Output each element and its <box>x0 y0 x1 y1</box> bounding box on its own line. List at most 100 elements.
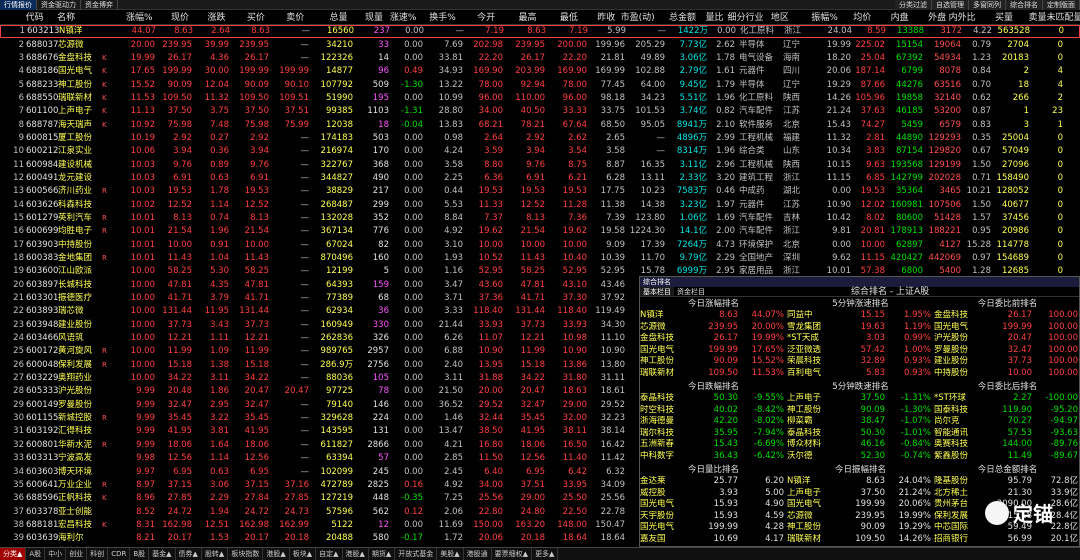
bottom-tab[interactable]: A股 <box>26 548 46 560</box>
rank-row[interactable]: 神工股份 90.09 -1.30% <box>787 405 934 417</box>
header-cell[interactable]: 代码 <box>26 11 58 25</box>
rank-row[interactable]: 罗曼股份 32.47 100.00 <box>934 345 1080 357</box>
rank-row[interactable]: 沃尔德 52.30 -0.74% <box>787 451 934 463</box>
header-cell[interactable]: 卖价 <box>265 11 304 25</box>
top-right-tab[interactable]: 多窗同列 <box>969 0 1006 10</box>
top-right-tab[interactable]: 定制版面 <box>1043 0 1080 10</box>
table-row[interactable]: 8 688787 海天瑞声 K 10.92 75.98 7.48 75.98 75.99 1203… <box>0 118 1080 131</box>
rank-row[interactable]: 奥赛科技 144.00 -89.76 <box>934 439 1080 451</box>
bottom-tab[interactable]: B股 <box>130 548 150 560</box>
header-cell[interactable]: 换手% <box>416 11 456 25</box>
bottom-tab[interactable]: 股转▲ <box>202 548 229 560</box>
rank-row[interactable]: 建业股份 37.73 100.00 <box>934 356 1080 368</box>
rank-row[interactable]: 时空科技 40.02 -8.42% <box>640 405 787 417</box>
rank-row[interactable]: 泰晶科技 50.30 -1.01% <box>787 428 934 440</box>
table-row[interactable]: 11 600984 建设机械 10.03 9.76 0.89 9.76 — 322767 368 0… <box>0 158 1080 171</box>
header-cell[interactable]: 外盘 <box>909 11 946 25</box>
header-cell[interactable]: 细分行业 <box>724 11 771 25</box>
header-cell[interactable]: 名称 <box>57 11 100 25</box>
header-cell[interactable]: 市盈(动) <box>615 11 655 25</box>
header-cell[interactable]: 未匹配量 <box>1046 11 1079 25</box>
top-right-tab[interactable]: 分类过滤 <box>895 0 932 10</box>
table-row[interactable]: 10 600212 江泉实业 10.06 3.94 0.36 3.94 — 216974 170 0… <box>0 145 1080 158</box>
rank-row[interactable]: 神工股份 90.09 15.52% <box>640 356 787 368</box>
rank-row[interactable]: 上声电子 37.50 -1.31% <box>787 393 934 405</box>
rank-row[interactable]: *ST天成 3.03 0.99% <box>787 333 934 345</box>
rank-row[interactable]: 隆基股份 95.79 72.8亿 <box>934 476 1080 488</box>
bottom-tab[interactable]: 更多▲ <box>532 548 559 560</box>
header-cell[interactable]: 现量 <box>348 11 383 25</box>
header-cell[interactable]: 涨幅% <box>108 11 153 25</box>
rank-row[interactable]: 浙海德曼 42.20 -8.02% <box>640 416 787 428</box>
rank-row[interactable]: 紫鑫股份 11.49 -89.67 <box>934 451 1080 463</box>
rank-row[interactable]: 芯源微 239.95 19.99% <box>787 511 934 523</box>
bottom-tab[interactable]: 创业 <box>66 548 88 560</box>
rank-row[interactable]: 沪光股份 20.47 100.00 <box>934 333 1080 345</box>
rank-row[interactable]: 五洲新春 15.43 -6.69% <box>640 439 787 451</box>
rank-row[interactable]: 泛亚微透 57.42 1.00% <box>787 345 934 357</box>
top-right-tab[interactable]: 自选管理 <box>932 0 969 10</box>
rank-row[interactable]: 上声电子 37.50 21.24% <box>787 488 934 500</box>
header-cell[interactable]: 量比 <box>696 11 724 25</box>
bottom-tab[interactable]: 港股▲ <box>263 548 290 560</box>
bottom-tab[interactable]: 板块▲ <box>290 548 317 560</box>
rank-row[interactable]: 国光电气 199.99 4.28 <box>640 522 787 534</box>
header-cell[interactable]: 现价 <box>153 11 189 25</box>
bottom-tab[interactable]: 要票细权▲ <box>492 548 533 560</box>
table-row[interactable]: 6 688550 瑞联新材 K 11.53 109.50 11.32 109.50 109.51… <box>0 92 1080 105</box>
rank-row[interactable]: 招商银行 56.99 20.1亿 <box>934 534 1080 546</box>
rank-row[interactable]: 国光电气 199.99 20.06% <box>787 499 934 511</box>
table-row[interactable]: 13 600566 济川药业 R 10.03 19.53 1.78 19.53 — 38829 21… <box>0 185 1080 198</box>
header-cell[interactable]: 今开 <box>456 11 495 25</box>
header-cell[interactable]: 振幅% <box>800 11 838 25</box>
rank-row[interactable]: 嘉友国 10.69 4.17 <box>640 534 787 546</box>
table-row[interactable]: 16 600699 均胜电子 R 10.01 21.54 1.96 21.54 — 367134 7… <box>0 225 1080 238</box>
bottom-tab[interactable]: 板块指数 <box>228 548 264 560</box>
rank-row[interactable]: 中科数字 36.43 -6.42% <box>640 451 787 463</box>
bottom-tab[interactable]: 自定▲ <box>316 548 343 560</box>
rank-row[interactable]: 金盘科技 26.17 100.00 <box>934 310 1080 322</box>
top-tab[interactable]: 行情报价 <box>0 0 37 10</box>
rank-row[interactable]: 泰晶科技 50.30 -9.55% <box>640 393 787 405</box>
table-row[interactable]: 18 600383 金地集团 R 10.01 11.43 1.04 11.43 — 870496 1… <box>0 252 1080 265</box>
rank-row[interactable]: 博众材料 46.16 -0.84% <box>787 439 934 451</box>
rank-row[interactable]: 瑞联新材 109.50 11.53% <box>640 368 787 380</box>
rank-row[interactable]: 金达莱 25.77 6.20 <box>640 476 787 488</box>
bottom-tab[interactable]: 港股通 <box>464 548 492 560</box>
rank-row[interactable]: 威控股 3.93 5.00 <box>640 488 787 500</box>
rank-row[interactable]: 荣晨科技 32.89 0.93% <box>787 356 934 368</box>
table-row[interactable]: 17 603903 中持股份 10.01 10.00 0.91 10.00 — 67024 82 0… <box>0 239 1080 252</box>
rank-row[interactable]: 瑞尔科技 35.95 -7.94% <box>640 428 787 440</box>
tab-basic[interactable]: 基本栏目 <box>640 287 674 296</box>
table-row[interactable]: 4 688186 国光电气 K 17.65 199.99 30.00 199.99 199.99… <box>0 65 1080 78</box>
header-cell[interactable]: 均价 <box>838 11 871 25</box>
rank-row[interactable]: 瑞联新材 109.50 14.26% <box>787 534 934 546</box>
table-row[interactable]: 7 601100 上声电子 K 11.13 37.50 3.75 37.50 37.51 9938… <box>0 105 1080 118</box>
header-cell[interactable]: 总金额 <box>655 11 696 25</box>
top-tab[interactable]: 资金驱动力 <box>37 0 81 10</box>
header-cell[interactable]: 买价 <box>225 11 265 25</box>
table-row[interactable]: 14 603626 科森科技 10.02 12.52 1.14 12.52 — 268487 29… <box>0 198 1080 211</box>
tab-capital[interactable]: 资金栏目 <box>674 287 708 296</box>
table-row[interactable]: 3 688676 金盘科技 K 19.99 26.17 4.36 26.17 — 122326 14… <box>0 52 1080 65</box>
bottom-tab[interactable]: 美股▲ <box>437 548 464 560</box>
table-row[interactable]: 9 600815 厦工股份 10.19 2.92 0.27 2.92 — 174183 503 0.… <box>0 132 1080 145</box>
header-cell[interactable]: 最低 <box>537 11 578 25</box>
rank-row[interactable]: 芯源微 239.95 20.00% <box>640 322 787 334</box>
rank-row[interactable]: 柳菜霸 38.47 -1.07% <box>787 416 934 428</box>
rank-row[interactable]: 雪龙集团 19.63 1.19% <box>787 322 934 334</box>
header-cell[interactable]: 涨跌 <box>189 11 225 25</box>
rank-row[interactable]: 中持股份 10.00 100.00 <box>934 368 1080 380</box>
header-cell[interactable]: 涨速% <box>383 11 417 25</box>
rank-row[interactable]: 智能通讯 57.53 -93.63 <box>934 428 1080 440</box>
rank-row[interactable]: 同益中 15.15 1.95% <box>787 310 934 322</box>
header-cell[interactable] <box>100 11 108 25</box>
table-row[interactable]: 5 688233 神工股份 K 15.52 90.09 12.04 90.09 90.10 107… <box>0 78 1080 91</box>
top-right-tab[interactable]: 综合排名 <box>1006 0 1043 10</box>
rank-row[interactable]: 金盘科技 26.17 19.99% <box>640 333 787 345</box>
table-row[interactable]: 1 603213 N镇洋 44.07 8.63 2.64 8.63 — 16560 237 0.00… <box>0 25 1080 39</box>
header-cell[interactable]: 卖量 <box>1013 11 1046 25</box>
rank-row[interactable]: 国泰科技 119.90 -95.20 <box>934 405 1080 417</box>
rank-row[interactable]: *ST环球 2.27 -100.00 <box>934 393 1080 405</box>
bottom-tab[interactable]: CDR <box>108 548 131 560</box>
